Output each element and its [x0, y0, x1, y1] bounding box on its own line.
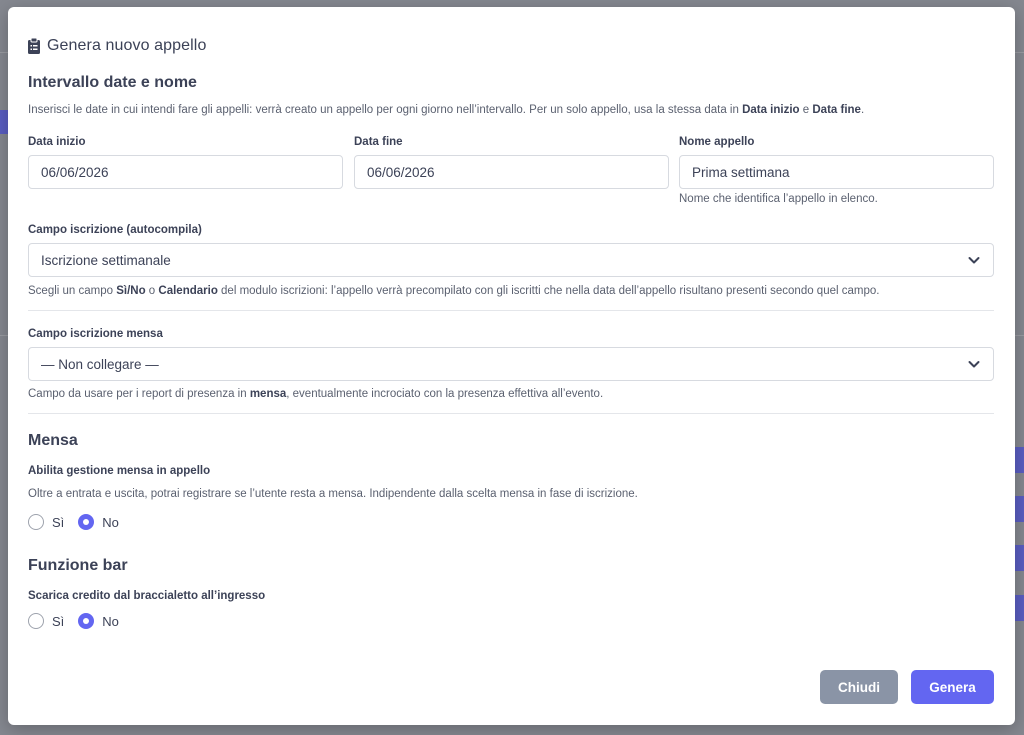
start-date-input[interactable]: 06/06/2026 — [28, 155, 343, 189]
canteen-option-yes[interactable]: Sì — [28, 514, 64, 530]
canteen-radio-group: Sì No — [28, 514, 133, 530]
canteen-option-no[interactable]: No — [78, 514, 119, 530]
roll-call-name-value: Prima settimana — [692, 164, 790, 180]
radio-button[interactable] — [78, 514, 95, 530]
roll-call-name-label: Nome appello — [679, 136, 755, 148]
clipboard-icon — [28, 37, 40, 54]
bar-radio-group: Sì No — [28, 613, 133, 629]
close-button[interactable]: Chiudi — [820, 670, 898, 704]
option-label: No — [102, 613, 119, 629]
dialog-header: Genera nuovo appello — [28, 36, 206, 56]
section-title-dates: Intervallo date e nome — [28, 74, 197, 91]
enrollment-field-label: Campo iscrizione (autocompila) — [28, 224, 202, 236]
chevron-down-icon — [968, 257, 980, 264]
enrollment-field-select[interactable]: Iscrizione settimanale — [28, 243, 994, 277]
section-divider — [28, 413, 994, 414]
generate-button[interactable]: Genera — [911, 670, 994, 704]
chevron-down-icon — [968, 361, 980, 368]
canteen-enable-help: Oltre a entrata e uscita, potrai registr… — [28, 488, 638, 500]
roll-call-name-input[interactable]: Prima settimana — [679, 155, 994, 189]
start-date-label: Data inizio — [28, 136, 86, 148]
canteen-field-label: Campo iscrizione mensa — [28, 328, 163, 340]
radio-button[interactable] — [78, 613, 95, 629]
enrollment-field-selected: Iscrizione settimanale — [41, 252, 171, 268]
background-button-fragment — [1015, 595, 1024, 621]
dates-help-text: Inserisci le date in cui intendi fare gl… — [28, 104, 865, 116]
canteen-field-help: Campo da usare per i report di presenza … — [28, 388, 604, 400]
background-button-fragment — [1015, 545, 1024, 571]
option-label: Sì — [52, 613, 65, 629]
end-date-input[interactable]: 06/06/2026 — [354, 155, 669, 189]
radio-button[interactable] — [28, 613, 44, 629]
start-date-value: 06/06/2026 — [41, 164, 109, 180]
bar-credit-label: Scarica credito dal braccialetto all’ing… — [28, 590, 266, 602]
section-divider — [28, 310, 994, 311]
radio-button[interactable] — [28, 514, 44, 530]
bar-option-no[interactable]: No — [78, 613, 119, 629]
canteen-enable-label: Abilita gestione mensa in appello — [28, 465, 211, 477]
background-button-fragment — [1015, 496, 1024, 522]
end-date-label: Data fine — [354, 136, 403, 148]
end-date-value: 06/06/2026 — [367, 164, 435, 180]
generate-roll-call-dialog: Genera nuovo appello Intervallo date e n… — [8, 7, 1015, 725]
background-button-fragment — [1015, 447, 1024, 473]
option-label: No — [102, 514, 119, 530]
dialog-title: Genera nuovo appello — [47, 37, 207, 54]
option-label: Sì — [52, 514, 65, 530]
background-button-fragment — [0, 110, 8, 134]
bar-option-yes[interactable]: Sì — [28, 613, 64, 629]
section-title-bar: Funzione bar — [28, 557, 128, 574]
roll-call-name-help: Nome che identifica l’appello in elenco. — [679, 193, 878, 205]
canteen-field-select[interactable]: — Non collegare — — [28, 347, 994, 381]
section-title-canteen: Mensa — [28, 432, 78, 449]
canteen-field-selected: — Non collegare — — [41, 356, 159, 372]
enrollment-field-help: Scegli un campo Sì/No o Calendario del m… — [28, 285, 880, 297]
